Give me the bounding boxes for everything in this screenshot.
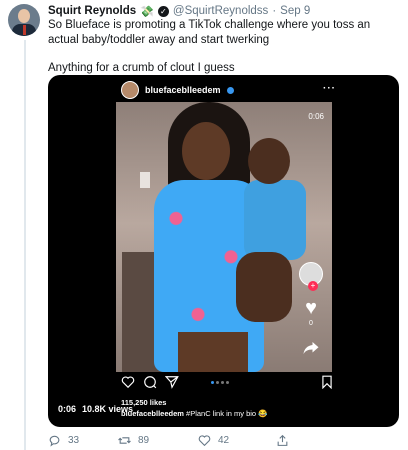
share-button[interactable] bbox=[276, 434, 346, 447]
separator: · bbox=[272, 5, 277, 17]
money-emoji: 💸 bbox=[140, 5, 154, 18]
ig-username[interactable]: bluefaceblleedem bbox=[145, 85, 221, 95]
video-frame[interactable]: 0:06 + ♥ 0 bbox=[116, 102, 332, 372]
tiktok-sidebar: + ♥ 0 bbox=[296, 262, 326, 372]
share-icon[interactable] bbox=[302, 339, 320, 362]
avatar[interactable] bbox=[8, 4, 40, 36]
reply-count: 33 bbox=[68, 434, 80, 446]
tweet-actions: 33 89 42 bbox=[48, 432, 348, 448]
bookmark-icon[interactable] bbox=[320, 375, 336, 391]
player-meta: 0:06 10.8K views bbox=[58, 404, 133, 414]
instagram-actions bbox=[121, 375, 336, 393]
tweet-text-line-2: Anything for a crumb of clout I guess bbox=[48, 62, 235, 74]
caption-text: #PlanC link in my bio 😂 bbox=[186, 409, 268, 418]
like-button[interactable]: 42 bbox=[198, 434, 276, 447]
retweet-count: 89 bbox=[138, 434, 150, 446]
tiktok-avatar[interactable]: + bbox=[299, 262, 323, 291]
instagram-header: bluefaceblleedem ··· bbox=[121, 79, 336, 101]
ig-caption: bluefaceblleedem #PlanC link in my bio 😂 bbox=[121, 409, 268, 418]
embedded-video[interactable]: bluefaceblleedem ··· 0:06 + ♥ 0 115,250 … bbox=[48, 75, 399, 427]
reply-button[interactable]: 33 bbox=[48, 434, 118, 447]
ig-verified-icon bbox=[226, 86, 234, 94]
ig-avatar[interactable] bbox=[121, 81, 139, 99]
follow-plus-icon[interactable]: + bbox=[308, 281, 318, 291]
tweet-text-line-1: So Blueface is promoting a TikTok challe… bbox=[48, 19, 371, 46]
comment-icon[interactable] bbox=[143, 375, 159, 391]
retweet-icon bbox=[118, 436, 131, 444]
thread-line bbox=[24, 40, 26, 450]
player-views: 10.8K views bbox=[82, 404, 134, 414]
author-handle[interactable]: @SquirtReynoldss bbox=[173, 5, 268, 17]
reply-icon bbox=[49, 435, 60, 447]
share-upload-icon bbox=[277, 434, 288, 446]
duration-overlay: 0:06 bbox=[308, 112, 324, 121]
timestamp[interactable]: Sep 9 bbox=[280, 5, 310, 17]
tiktok-comment-count: 0 bbox=[309, 320, 313, 327]
badge-icon: ✓ bbox=[157, 5, 169, 17]
author-name[interactable]: Squirt Reynolds bbox=[48, 5, 136, 17]
heart-outline-icon bbox=[198, 434, 211, 446]
send-icon[interactable] bbox=[164, 375, 181, 391]
retweet-button[interactable]: 89 bbox=[118, 434, 198, 447]
like-count: 42 bbox=[218, 434, 230, 446]
carousel-indicator bbox=[211, 381, 229, 384]
player-time: 0:06 bbox=[58, 404, 77, 414]
like-heart-icon[interactable] bbox=[121, 375, 137, 391]
more-options-icon[interactable]: ··· bbox=[323, 83, 336, 94]
heart-icon[interactable]: ♥ bbox=[305, 298, 317, 318]
